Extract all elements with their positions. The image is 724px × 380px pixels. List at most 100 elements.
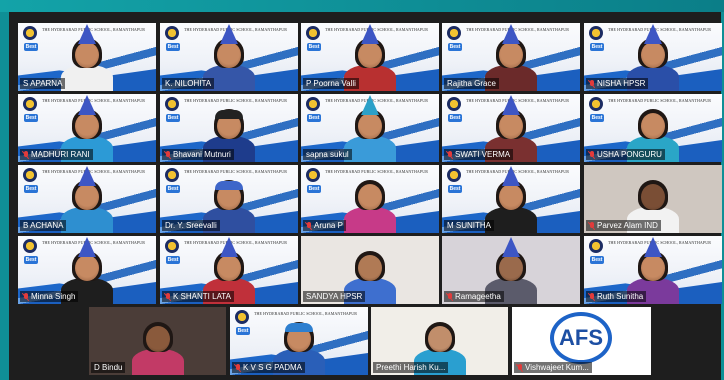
badge: Best xyxy=(166,114,180,122)
participant-tile[interactable]: SANDYA HPSR xyxy=(301,236,439,304)
mic-muted-icon xyxy=(235,363,241,372)
cap-icon xyxy=(215,181,243,191)
participant-name-label: B ACHANA xyxy=(20,220,67,231)
participant-tile[interactable]: THE HYDERABAD PUBLIC SCHOOL, RAMANTHAPUR… xyxy=(301,165,439,233)
participant-tile[interactable]: THE HYDERABAD PUBLIC SCHOOL, RAMANTHAPUR… xyxy=(301,94,439,162)
participant-tile[interactable]: THE HYDERABAD PUBLIC SCHOOL, RAMANTHAPUR… xyxy=(160,23,298,91)
party-hat-icon xyxy=(361,24,379,45)
participant-tile[interactable]: THE HYDERABAD PUBLIC SCHOOL, RAMANTHAPUR… xyxy=(442,165,580,233)
party-hat-icon xyxy=(78,95,96,116)
party-hat-icon xyxy=(502,24,520,45)
participant-tile[interactable]: Preethi Harish Ku... xyxy=(371,307,508,375)
participant-name-label: K. NILOHITA xyxy=(162,78,215,89)
participant-tile[interactable]: THE HYDERABAD PUBLIC SCHOOL, RAMANTHAPUR… xyxy=(442,94,580,162)
badge: Best xyxy=(590,114,604,122)
cap-icon xyxy=(285,323,313,333)
participant-name-label: D Bindu xyxy=(91,362,126,373)
participant-tile[interactable]: THE HYDERABAD PUBLIC SCHOOL, RAMANTHAPUR… xyxy=(584,94,722,162)
participant-name: K V S G PADMA xyxy=(243,363,302,372)
participant-name: USHA PONGURU xyxy=(597,150,662,159)
party-hat-icon xyxy=(78,237,96,258)
school-logo-icon xyxy=(589,26,603,40)
participant-name-label: NISHA HPSR xyxy=(586,78,649,89)
party-hat-icon xyxy=(502,95,520,116)
participant-name-label: Rajitha Grace xyxy=(444,78,499,89)
participant-name: MADHURI RANI xyxy=(31,150,90,159)
school-logo-icon xyxy=(165,97,179,111)
participant-tile[interactable]: THE HYDERABAD PUBLIC SCHOOL, RAMANTHAPUR… xyxy=(230,307,368,375)
participant-name: K SHANTI LATA xyxy=(173,292,231,301)
participant-name-label: USHA PONGURU xyxy=(586,149,665,160)
participant-video xyxy=(59,23,115,91)
participant-name-label: K SHANTI LATA xyxy=(162,291,234,302)
badge: Best xyxy=(166,185,180,193)
mic-muted-icon xyxy=(165,150,171,159)
school-logo-icon xyxy=(447,168,461,182)
participant-tile[interactable]: Ramageetha xyxy=(442,236,580,304)
participant-tile[interactable]: THE HYDERABAD PUBLIC SCHOOL, RAMANTHAPUR… xyxy=(160,165,298,233)
school-logo-icon xyxy=(23,168,37,182)
participant-name: Vishwajeet Kum... xyxy=(525,363,589,372)
participant-tile[interactable]: THE HYDERABAD PUBLIC SCHOOL, RAMANTHAPUR… xyxy=(160,236,298,304)
participant-tile[interactable]: THE HYDERABAD PUBLIC SCHOOL, RAMANTHAPUR… xyxy=(584,236,722,304)
cap-icon xyxy=(215,110,243,120)
participant-name-label: Ramageetha xyxy=(444,291,504,302)
participant-name-label: Aruna P xyxy=(303,220,346,231)
mic-muted-icon xyxy=(589,79,595,88)
mic-muted-icon xyxy=(589,150,595,159)
participant-name: Ruth Sunitha xyxy=(597,292,644,301)
mic-muted-icon xyxy=(23,150,29,159)
window-top-edge xyxy=(0,0,724,12)
participant-name: Bhavani Mutnuri xyxy=(173,150,231,159)
participant-video xyxy=(342,165,398,233)
party-hat-icon xyxy=(361,95,379,116)
participant-name: Rajitha Grace xyxy=(447,79,496,88)
participant-tile[interactable]: THE HYDERABAD PUBLIC SCHOOL, RAMANTHAPUR… xyxy=(18,165,156,233)
badge: Best xyxy=(24,114,38,122)
school-logo-icon xyxy=(447,97,461,111)
participant-name: Dr. Y. Sreevalli xyxy=(165,221,217,230)
participant-tile[interactable]: THE HYDERABAD PUBLIC SCHOOL, RAMANTHAPUR… xyxy=(584,23,722,91)
participant-name: SWATI VERMA xyxy=(455,150,511,159)
participant-tile[interactable]: Parvez Alam IND xyxy=(584,165,722,233)
school-logo-icon xyxy=(447,26,461,40)
school-logo-icon xyxy=(23,26,37,40)
badge: Best xyxy=(590,256,604,264)
party-hat-icon xyxy=(502,237,520,258)
participant-name-label: SANDYA HPSR xyxy=(303,291,366,302)
participant-tile[interactable]: THE HYDERABAD PUBLIC SCHOOL, RAMANTHAPUR… xyxy=(18,94,156,162)
badge: Best xyxy=(448,114,462,122)
participant-tile[interactable]: THE HYDERABAD PUBLIC SCHOOL, RAMANTHAPUR… xyxy=(18,236,156,304)
participant-name: Parvez Alam IND xyxy=(597,221,658,230)
participant-name: Minna Singh xyxy=(31,292,76,301)
party-hat-icon xyxy=(78,166,96,187)
participant-tile[interactable]: THE HYDERABAD PUBLIC SCHOOL, RAMANTHAPUR… xyxy=(442,23,580,91)
participant-name-label: Dr. Y. Sreevalli xyxy=(162,220,220,231)
participant-name-label: SWATI VERMA xyxy=(444,149,514,160)
school-logo-icon xyxy=(165,168,179,182)
badge: Best xyxy=(24,43,38,51)
mic-muted-icon xyxy=(517,363,523,372)
participant-tile[interactable]: THE HYDERABAD PUBLIC SCHOOL, RAMANTHAPUR… xyxy=(160,94,298,162)
badge: Best xyxy=(307,185,321,193)
participant-tile[interactable]: D Bindu xyxy=(89,307,226,375)
badge: Best xyxy=(307,114,321,122)
school-logo-icon xyxy=(165,26,179,40)
participant-tile[interactable]: AFS Vishwajeet Kum... xyxy=(512,307,651,375)
participant-tile[interactable]: THE HYDERABAD PUBLIC SCHOOL, RAMANTHAPUR… xyxy=(18,23,156,91)
afs-logo: AFS xyxy=(550,312,612,364)
participant-tile[interactable]: THE HYDERABAD PUBLIC SCHOOL, RAMANTHAPUR… xyxy=(301,23,439,91)
participant-name: NISHA HPSR xyxy=(597,79,646,88)
school-logo-icon xyxy=(165,239,179,253)
participant-video xyxy=(59,165,115,233)
participant-name: Preethi Harish Ku... xyxy=(376,363,446,372)
badge: Best xyxy=(307,43,321,51)
party-hat-icon xyxy=(220,237,238,258)
participant-name: K. NILOHITA xyxy=(165,79,212,88)
badge: Best xyxy=(24,256,38,264)
participant-name-label: P Poorna Valli xyxy=(303,78,359,89)
party-hat-icon xyxy=(644,237,662,258)
party-hat-icon xyxy=(502,166,520,187)
participant-name: B ACHANA xyxy=(23,221,64,230)
mic-muted-icon xyxy=(306,221,312,230)
